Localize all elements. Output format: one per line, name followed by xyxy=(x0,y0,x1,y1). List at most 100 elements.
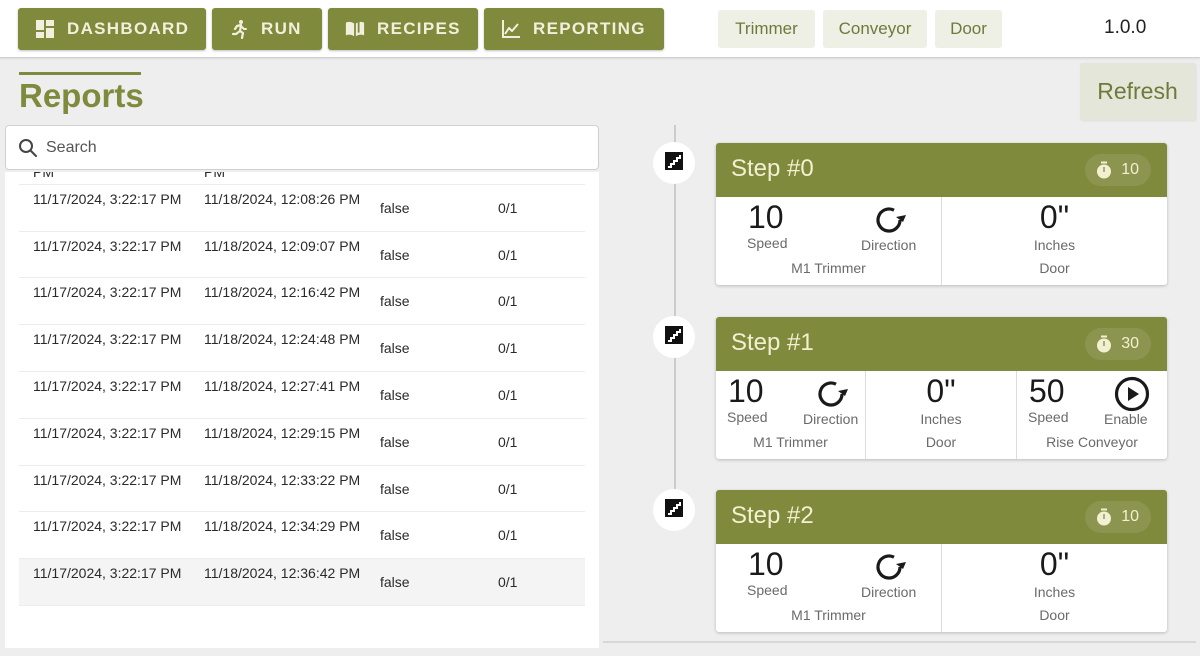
step-timer-badge: 10 xyxy=(1085,154,1151,186)
reports-table-rows: PM PM false 0/1 11/17/2024, 3:22:17 PM 11/18/… xyxy=(19,172,585,606)
conveyor-chip-button[interactable]: Conveyor xyxy=(823,10,927,48)
device-name: Rise Conveyor xyxy=(1046,434,1138,450)
stairs-icon xyxy=(665,325,683,349)
count-cell: 0/1 xyxy=(498,246,518,263)
step-timer-value: 10 xyxy=(1121,161,1139,178)
step-header: Step #2 10 xyxy=(716,490,1167,544)
step-title: Step #2 xyxy=(731,502,814,529)
table-row[interactable]: 11/17/2024, 3:22:17 PM 11/18/2024, 12:27:… xyxy=(19,372,585,419)
stopwatch-icon xyxy=(1095,335,1113,353)
device-value-label: Speed xyxy=(1028,409,1069,425)
end-time-cell: 11/18/2024, 12:36:42 PM xyxy=(204,565,361,582)
timeline-node xyxy=(653,316,695,358)
device-value-label: Speed xyxy=(747,235,788,251)
device-value-label: Speed xyxy=(747,582,788,598)
stairs-icon xyxy=(665,498,683,522)
count-cell: 0/1 xyxy=(498,293,518,310)
table-row[interactable]: 11/17/2024, 3:22:17 PM 11/18/2024, 12:34:… xyxy=(19,512,585,560)
timeline-node xyxy=(653,142,695,184)
nav-dashboard-button[interactable]: DASHBOARD xyxy=(18,8,206,50)
search-input[interactable] xyxy=(46,138,586,157)
start-time-cell: 11/17/2024, 3:22:17 PM xyxy=(33,237,182,254)
refresh-button[interactable]: Refresh xyxy=(1080,63,1195,120)
timeline-node xyxy=(653,489,695,531)
step-header: Step #1 30 xyxy=(716,317,1167,371)
nav-run-label: RUN xyxy=(261,19,302,38)
device-value: 0" xyxy=(1039,546,1070,582)
rotate-clockwise-icon[interactable] xyxy=(870,548,908,586)
divider xyxy=(603,641,1196,643)
rotate-clockwise-icon[interactable] xyxy=(870,201,908,239)
flag-cell: false xyxy=(380,480,410,497)
table-row[interactable]: 11/17/2024, 3:22:17 PM 11/18/2024, 12:09:… xyxy=(19,232,585,279)
device-trimmer[interactable]: 10 Speed Direction M1 Trimmer xyxy=(716,371,866,459)
table-row[interactable]: 11/17/2024, 3:22:17 PM 11/18/2024, 12:33:… xyxy=(19,466,585,513)
end-time-cell: 11/18/2024, 12:09:07 PM xyxy=(204,237,361,254)
flag-cell: false xyxy=(380,293,410,310)
nav-recipes-button[interactable]: RECIPES xyxy=(328,8,478,50)
device-value: 50 xyxy=(1029,373,1065,409)
device-trimmer[interactable]: 10 Speed Direction M1 Trimmer xyxy=(716,544,942,632)
table-row[interactable]: 11/17/2024, 3:22:17 PM 11/18/2024, 12:24:… xyxy=(19,325,585,372)
device-name: M1 Trimmer xyxy=(791,607,866,623)
version-label: 1.0.0 xyxy=(1104,17,1147,38)
device-trimmer[interactable]: 10 Speed Direction M1 Trimmer xyxy=(716,197,942,285)
device-value-label: Inches xyxy=(1033,237,1076,253)
start-time-cell: PM xyxy=(33,172,54,180)
search-field[interactable] xyxy=(5,125,599,170)
start-time-cell: 11/17/2024, 3:22:17 PM xyxy=(33,565,182,582)
reports-table[interactable]: PM PM false 0/1 11/17/2024, 3:22:17 PM 11/18/… xyxy=(5,172,599,648)
end-time-cell: 11/18/2024, 12:27:41 PM xyxy=(204,377,361,394)
rotate-clockwise-icon[interactable] xyxy=(812,375,850,413)
step-devices: 10 Speed Direction M1 Trimmer 0" Inches Door xyxy=(716,197,1167,285)
stopwatch-icon xyxy=(1095,508,1113,526)
table-row[interactable]: 11/17/2024, 3:22:17 PM 11/18/2024, 12:36:… xyxy=(19,559,585,606)
device-name: Door xyxy=(1039,607,1070,623)
device-value: 0" xyxy=(926,373,956,409)
table-row[interactable]: 11/17/2024, 3:22:17 PM 11/18/2024, 12:29:… xyxy=(19,419,585,466)
step-card[interactable]: Step #0 10 10 Speed Direction M1 Trimmer 0" Inc… xyxy=(716,143,1167,285)
nav-reporting-button[interactable]: REPORTING xyxy=(484,8,664,50)
dashboard-icon xyxy=(35,19,55,39)
nav-run-button[interactable]: RUN xyxy=(212,8,322,50)
device-name: M1 Trimmer xyxy=(791,260,866,276)
device-value: 0" xyxy=(1039,199,1070,235)
door-chip-button[interactable]: Door xyxy=(935,10,1002,48)
step-timer-badge: 30 xyxy=(1085,328,1151,360)
step-devices: 10 Speed Direction M1 Trimmer 0" Inches Door 50… xyxy=(716,371,1167,459)
step-card[interactable]: Step #2 10 10 Speed Direction M1 Trimmer 0" Inc… xyxy=(716,490,1167,632)
start-time-cell: 11/17/2024, 3:22:17 PM xyxy=(33,331,182,348)
flag-cell: false xyxy=(380,527,410,544)
nav-reporting-label: REPORTING xyxy=(533,19,646,38)
count-cell: 0/1 xyxy=(498,433,518,450)
device-name: Door xyxy=(925,434,957,450)
device-name: M1 Trimmer xyxy=(753,434,828,450)
start-time-cell: 11/17/2024, 3:22:17 PM xyxy=(33,471,182,488)
flag-cell: false xyxy=(380,246,410,263)
table-row[interactable]: 11/17/2024, 3:22:17 PM 11/18/2024, 12:16:… xyxy=(19,278,585,326)
device-conveyor[interactable]: 50 Speed Enable Rise Conveyor xyxy=(1017,371,1167,459)
play-circle-icon[interactable] xyxy=(1113,375,1151,413)
device-door[interactable]: 0" Inches Door xyxy=(942,197,1167,285)
step-card[interactable]: Step #1 30 10 Speed Direction M1 Trimmer 0" Inc… xyxy=(716,317,1167,459)
end-time-cell: 11/18/2024, 12:24:48 PM xyxy=(204,331,361,348)
top-navigation-bar: DASHBOARD RUN RECIPES REPORTING Trimmer … xyxy=(0,0,1200,58)
device-door[interactable]: 0" Inches Door xyxy=(866,371,1017,459)
count-cell: 0/1 xyxy=(498,574,518,591)
flag-cell: false xyxy=(380,433,410,450)
end-time-cell: 11/18/2024, 12:33:22 PM xyxy=(204,471,361,488)
table-row[interactable]: 11/17/2024, 3:22:17 PM 11/18/2024, 12:08:… xyxy=(19,185,585,232)
device-door[interactable]: 0" Inches Door xyxy=(942,544,1167,632)
device-icon-label: Direction xyxy=(861,237,917,253)
trimmer-chip-button[interactable]: Trimmer xyxy=(718,10,815,48)
flag-cell: false xyxy=(380,199,410,216)
chart-icon xyxy=(501,19,521,39)
step-devices: 10 Speed Direction M1 Trimmer 0" Inches Door xyxy=(716,544,1167,632)
table-row[interactable]: PMPMfalse0/1 xyxy=(19,172,585,185)
start-time-cell: 11/17/2024, 3:22:17 PM xyxy=(33,518,182,535)
device-icon-label: Direction xyxy=(803,411,859,427)
nav-recipes-label: RECIPES xyxy=(377,19,461,38)
count-cell: 0/1 xyxy=(498,386,518,403)
device-icon-label: Direction xyxy=(861,584,917,600)
step-title: Step #1 xyxy=(731,329,814,356)
